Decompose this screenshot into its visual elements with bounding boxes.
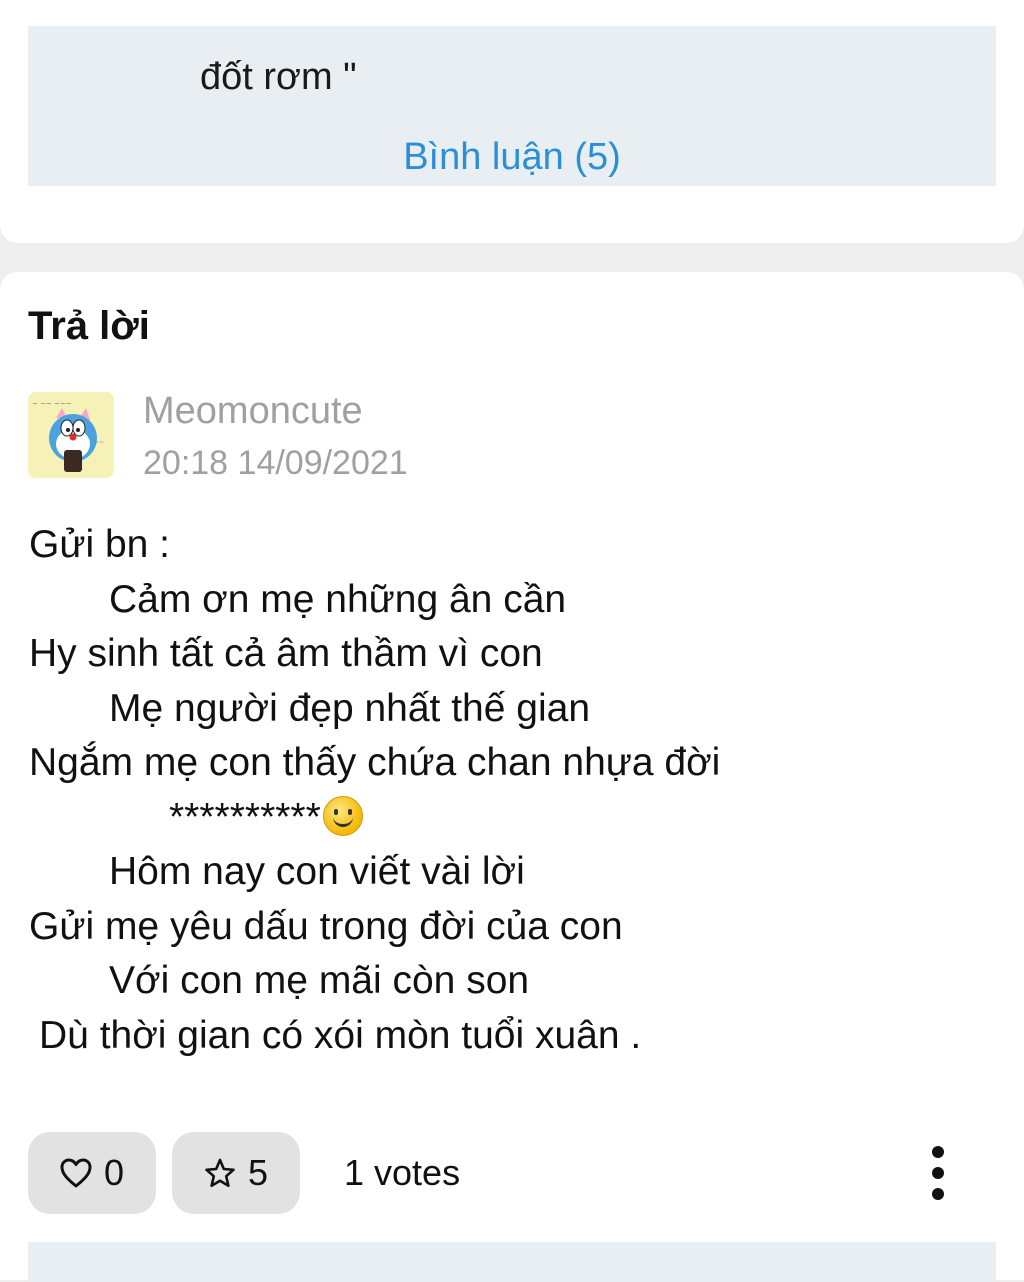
- answer-card: Trả lời ~ ~~ ~~~ ~~ Meomoncute 20:18 14/…: [0, 272, 1024, 1282]
- answer-line: Gửi bn :: [29, 523, 170, 566]
- like-button[interactable]: 0: [28, 1132, 156, 1214]
- more-options-icon[interactable]: [924, 1132, 952, 1214]
- heart-icon: [60, 1158, 92, 1188]
- star-icon: [204, 1157, 236, 1189]
- like-count: 0: [103, 1152, 125, 1193]
- answer-line: Ngắm mẹ con thấy chứa chan nhựa đời: [29, 741, 721, 784]
- comments-link[interactable]: Bình luận (5): [28, 136, 996, 179]
- answer-heading: Trả lời: [28, 304, 150, 348]
- previous-post-text: đốt rơm ": [200, 56, 357, 98]
- more-dot: [932, 1188, 944, 1200]
- smiley-emoji-icon: [322, 795, 363, 836]
- answer-line: Gửi mẹ yêu dấu trong đời của con: [29, 904, 623, 948]
- answer-line: Với con mẹ mãi còn son: [109, 959, 530, 1002]
- timestamp: 20:18 14/09/2021: [143, 444, 408, 482]
- svg-text:~~: ~~: [94, 439, 104, 446]
- doraemon-avatar-icon: ~ ~~ ~~~ ~~: [28, 392, 114, 478]
- more-dot: [932, 1167, 944, 1179]
- previous-post-card: đốt rơm " Bình luận (5): [0, 0, 1024, 243]
- votes-count: 1 votes: [344, 1152, 461, 1193]
- answer-line: Hôm nay con viết vài lời: [109, 850, 525, 893]
- author-name[interactable]: Meomoncute: [143, 390, 363, 433]
- svg-text:~ ~~ ~~~: ~ ~~ ~~~: [32, 400, 72, 408]
- action-bar: 0 5 1 votes: [28, 1132, 996, 1214]
- answer-line: Cảm ơn mẹ những ân cần: [109, 577, 567, 621]
- answer-line: Mẹ người đẹp nhất thế gian: [109, 686, 591, 730]
- asterisk-separator: **********: [169, 795, 321, 839]
- previous-post-content: đốt rơm " Bình luận (5): [28, 26, 996, 186]
- more-dot: [932, 1146, 944, 1158]
- star-button[interactable]: 5: [172, 1132, 300, 1214]
- answer-line: Hy sinh tất cả âm thầm vì con: [29, 632, 543, 675]
- answer-body: Gửi bn : Cảm ơn mẹ những ân cần Hy sinh …: [29, 518, 989, 1063]
- star-count: 5: [247, 1152, 269, 1193]
- answer-line: **********: [29, 791, 989, 846]
- answer-line: Dù thời gian có xói mòn tuổi xuân .: [39, 1013, 642, 1057]
- avatar[interactable]: ~ ~~ ~~~ ~~: [28, 392, 114, 478]
- next-post-box: [28, 1242, 996, 1282]
